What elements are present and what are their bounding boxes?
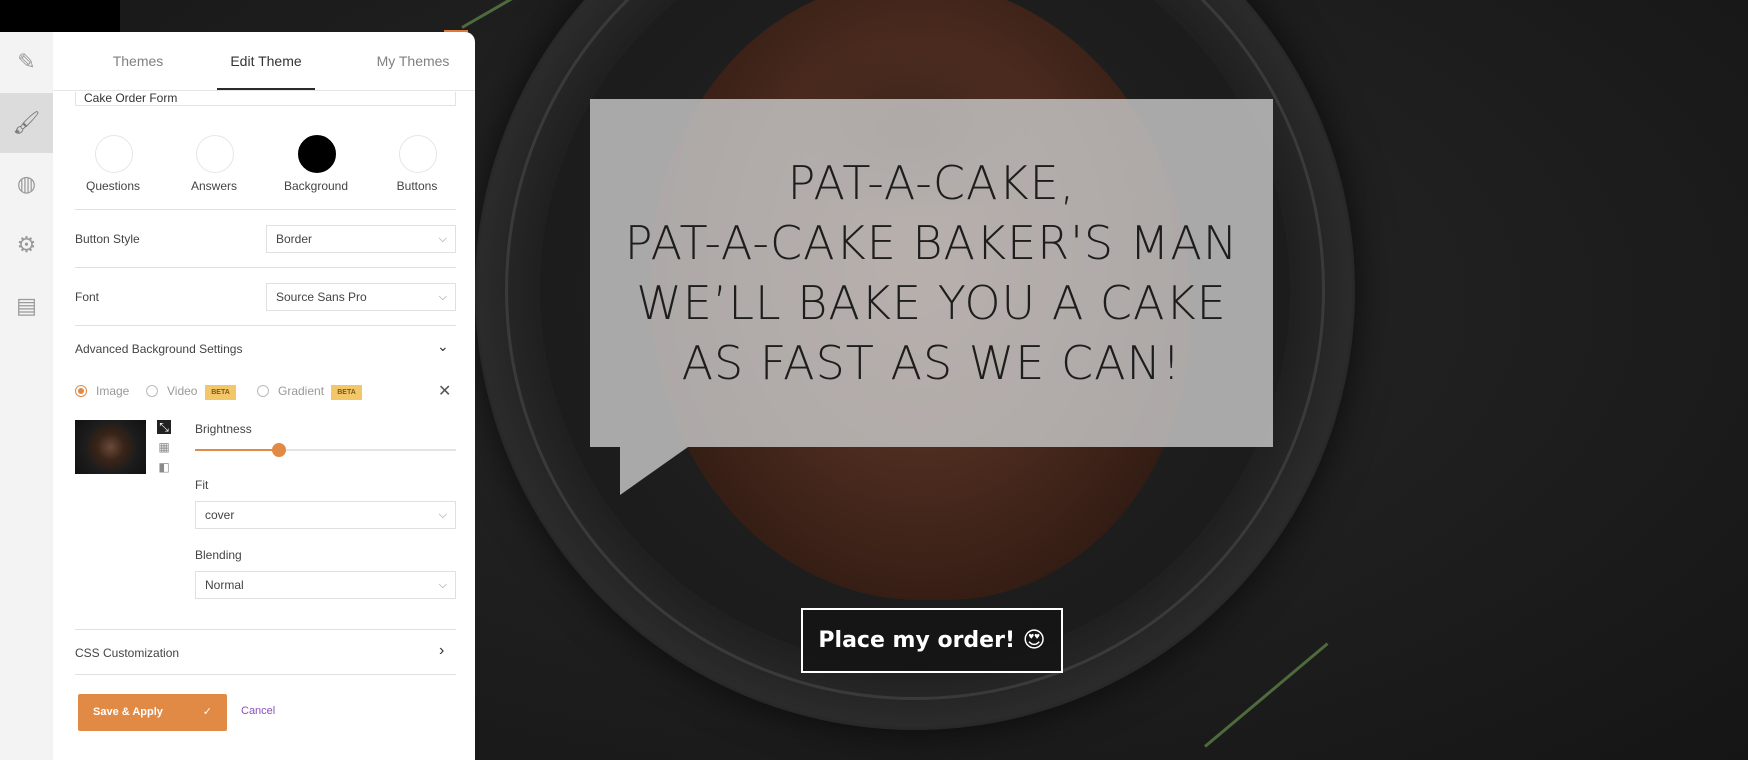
- css-customization-title[interactable]: CSS Customization: [75, 646, 179, 660]
- tab-themes[interactable]: Themes: [93, 32, 183, 90]
- buttons-label: Buttons: [396, 179, 438, 193]
- active-tab-underline: [217, 88, 315, 90]
- theme-name-field[interactable]: Cake Order Form: [75, 92, 456, 106]
- rosemary-sprig-top: [461, 0, 515, 29]
- expand-icon[interactable]: ⤡: [157, 420, 171, 434]
- gear-icon[interactable]: ⚙: [0, 215, 53, 275]
- answers-label: Answers: [190, 179, 237, 193]
- fit-select[interactable]: cover ⌵: [195, 501, 456, 529]
- pencil-icon[interactable]: ✎: [0, 32, 53, 92]
- fit-label: Fit: [195, 478, 209, 492]
- gradient-beta-badge: BETA: [331, 385, 362, 400]
- video-option-label: Video: [167, 384, 198, 398]
- button-style-label: Button Style: [75, 232, 140, 246]
- close-icon[interactable]: ✕: [438, 381, 451, 401]
- font-label: Font: [75, 290, 100, 304]
- gradient-option-label: Gradient: [278, 384, 325, 398]
- tab-edit-theme[interactable]: Edit Theme: [213, 32, 319, 90]
- rosemary-sprig: [1204, 642, 1329, 748]
- top-left-bar: [0, 0, 120, 32]
- tab-my-themes[interactable]: My Themes: [363, 32, 463, 90]
- cancel-link[interactable]: Cancel: [241, 705, 275, 717]
- image-option-label: Image: [96, 384, 130, 398]
- blending-label: Blending: [195, 548, 242, 562]
- question-line-3: WE’LL BAKE YOU A CAKE: [636, 276, 1227, 330]
- chevron-down-icon[interactable]: ⌄: [437, 338, 449, 355]
- background-image-thumbnail[interactable]: [75, 420, 146, 474]
- questions-label: Questions: [85, 179, 141, 193]
- font-value: Source Sans Pro: [276, 290, 367, 304]
- save-apply-label: Save & Apply: [93, 706, 163, 718]
- divider: [75, 325, 456, 326]
- fit-value: cover: [205, 508, 235, 522]
- blending-select[interactable]: Normal ⌵: [195, 571, 456, 599]
- chevron-down-icon: ⌵: [438, 233, 447, 245]
- blending-value: Normal: [205, 578, 244, 592]
- theme-editor-panel: Themes Edit Theme My Themes Cake Order F…: [53, 32, 475, 760]
- advanced-background-title[interactable]: Advanced Background Settings: [75, 342, 242, 356]
- background-label: Background: [283, 179, 349, 193]
- video-radio[interactable]: [146, 385, 158, 397]
- chevron-down-icon: ⌵: [438, 509, 447, 521]
- place-order-button[interactable]: Place my order! 😍: [801, 608, 1063, 673]
- buttons-color-swatch[interactable]: [399, 135, 437, 173]
- question-line-1: PAT-A-CAKE,: [787, 156, 1076, 210]
- background-color-swatch[interactable]: [298, 135, 336, 173]
- question-text: PAT-A-CAKE, PAT-A-CAKE BAKER'S MAN WE’LL…: [625, 153, 1238, 393]
- questions-color-swatch[interactable]: [95, 135, 133, 173]
- divider: [75, 629, 456, 630]
- globe-icon[interactable]: ◍: [0, 154, 53, 214]
- bubble-tail: [620, 447, 688, 495]
- chevron-down-icon: ⌵: [438, 291, 447, 303]
- brightness-label: Brightness: [195, 422, 252, 436]
- left-icon-rail: ✎ 🖌 ◍ ⚙ ▤: [0, 32, 54, 760]
- image-icon[interactable]: ◧: [157, 460, 171, 474]
- button-style-value: Border: [276, 232, 313, 246]
- divider: [75, 267, 456, 268]
- chevron-down-icon: ⌵: [438, 579, 447, 591]
- answers-color-swatch[interactable]: [196, 135, 234, 173]
- brightness-slider-fill: [195, 449, 279, 451]
- video-beta-badge: BETA: [205, 385, 236, 400]
- button-style-select[interactable]: Border ⌵: [266, 225, 456, 253]
- question-line-2: PAT-A-CAKE BAKER'S MAN: [624, 216, 1239, 270]
- printer-icon[interactable]: ▤: [0, 276, 53, 336]
- brightness-slider[interactable]: [195, 443, 456, 457]
- question-line-4: AS FAST AS WE CAN!: [681, 336, 1182, 390]
- save-apply-button[interactable]: Save & Apply ✓: [78, 694, 227, 731]
- divider: [75, 209, 456, 210]
- font-select[interactable]: Source Sans Pro ⌵: [266, 283, 456, 311]
- check-icon: ✓: [202, 706, 212, 718]
- image-radio[interactable]: [75, 385, 87, 397]
- divider: [75, 674, 456, 675]
- tab-bar: Themes Edit Theme My Themes: [53, 32, 475, 91]
- chevron-right-icon[interactable]: ›: [439, 642, 444, 660]
- gradient-radio[interactable]: [257, 385, 269, 397]
- question-bubble: PAT-A-CAKE, PAT-A-CAKE BAKER'S MAN WE’LL…: [590, 99, 1273, 447]
- brightness-slider-knob[interactable]: [271, 443, 286, 457]
- brush-icon[interactable]: 🖌: [0, 93, 53, 153]
- grid-icon[interactable]: ▦: [157, 440, 171, 454]
